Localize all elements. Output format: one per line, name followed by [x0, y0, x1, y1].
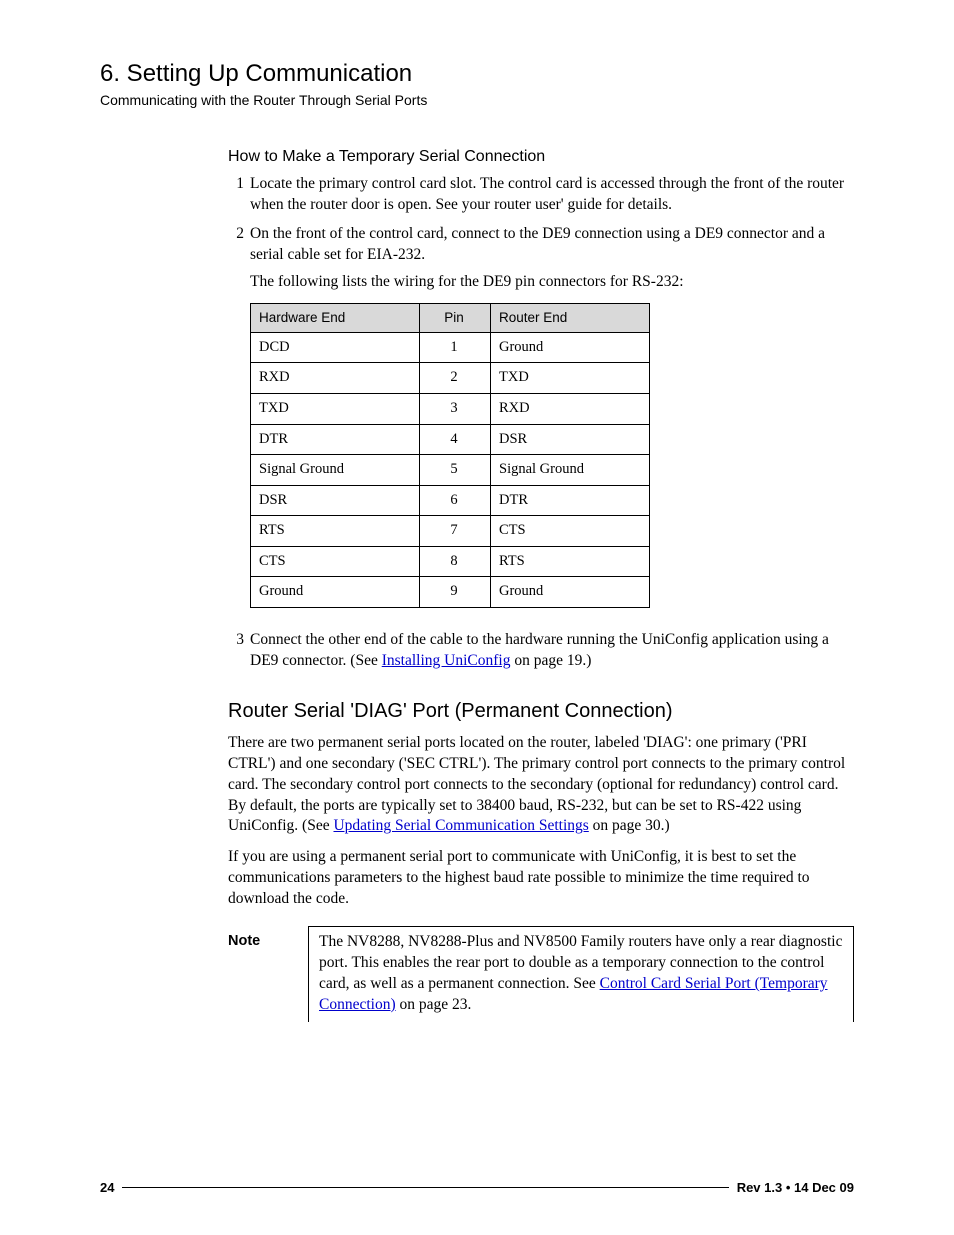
table-row: TXD3RXD: [251, 393, 650, 424]
table-row: CTS8RTS: [251, 546, 650, 577]
table-row: DSR6DTR: [251, 485, 650, 516]
section-heading-diag-port: Router Serial 'DIAG' Port (Permanent Con…: [228, 700, 854, 723]
pin-wiring-table: Hardware End Pin Router End DCD1Ground R…: [250, 303, 650, 608]
table-row: Signal Ground5Signal Ground: [251, 455, 650, 486]
step-followup: The following lists the wiring for the D…: [250, 272, 854, 293]
paragraph: If you are using a permanent serial port…: [228, 847, 854, 910]
step-3: 3 Connect the other end of the cable to …: [228, 630, 854, 672]
step-body: Locate the primary control card slot. Th…: [250, 174, 854, 216]
step-2: 2 On the front of the control card, conn…: [228, 224, 854, 622]
note-body: The NV8288, NV8288-Plus and NV8500 Famil…: [308, 926, 854, 1022]
link-updating-serial-settings[interactable]: Updating Serial Communication Settings: [333, 817, 588, 834]
step-body: Connect the other end of the cable to th…: [250, 630, 854, 672]
table-row: DCD1Ground: [251, 332, 650, 363]
table-header-pin: Pin: [420, 303, 491, 332]
note-text-b: on page 23.: [396, 996, 472, 1013]
footer-rule: [122, 1187, 728, 1188]
paragraph: There are two permanent serial ports loc…: [228, 733, 854, 838]
step-text: On the front of the control card, connec…: [250, 225, 825, 263]
para-text-b: on page 30.): [589, 817, 670, 834]
link-installing-uniconfig[interactable]: Installing UniConfig: [382, 652, 511, 669]
page-footer: 24 Rev 1.3 • 14 Dec 09: [100, 1180, 854, 1195]
step-text-b: on page 19.): [510, 652, 591, 669]
table-header-router: Router End: [491, 303, 650, 332]
revision-label: Rev 1.3 • 14 Dec 09: [737, 1180, 854, 1195]
table-row: DTR4DSR: [251, 424, 650, 455]
step-number: 1: [228, 174, 244, 216]
table-row: RXD2TXD: [251, 363, 650, 394]
note-block: Note The NV8288, NV8288-Plus and NV8500 …: [228, 926, 854, 1022]
table-row: RTS7CTS: [251, 516, 650, 547]
page-number: 24: [100, 1180, 114, 1195]
step-number: 3: [228, 630, 244, 672]
step-1: 1 Locate the primary control card slot. …: [228, 174, 854, 216]
step-number: 2: [228, 224, 244, 622]
table-header-hardware: Hardware End: [251, 303, 420, 332]
chapter-title: 6. Setting Up Communication: [100, 60, 854, 88]
note-label: Note: [228, 926, 308, 1022]
step-body: On the front of the control card, connec…: [250, 224, 854, 622]
table-row: Ground9Ground: [251, 577, 650, 608]
chapter-subtitle: Communicating with the Router Through Se…: [100, 92, 854, 108]
section-heading-temp-serial: How to Make a Temporary Serial Connectio…: [228, 148, 854, 166]
